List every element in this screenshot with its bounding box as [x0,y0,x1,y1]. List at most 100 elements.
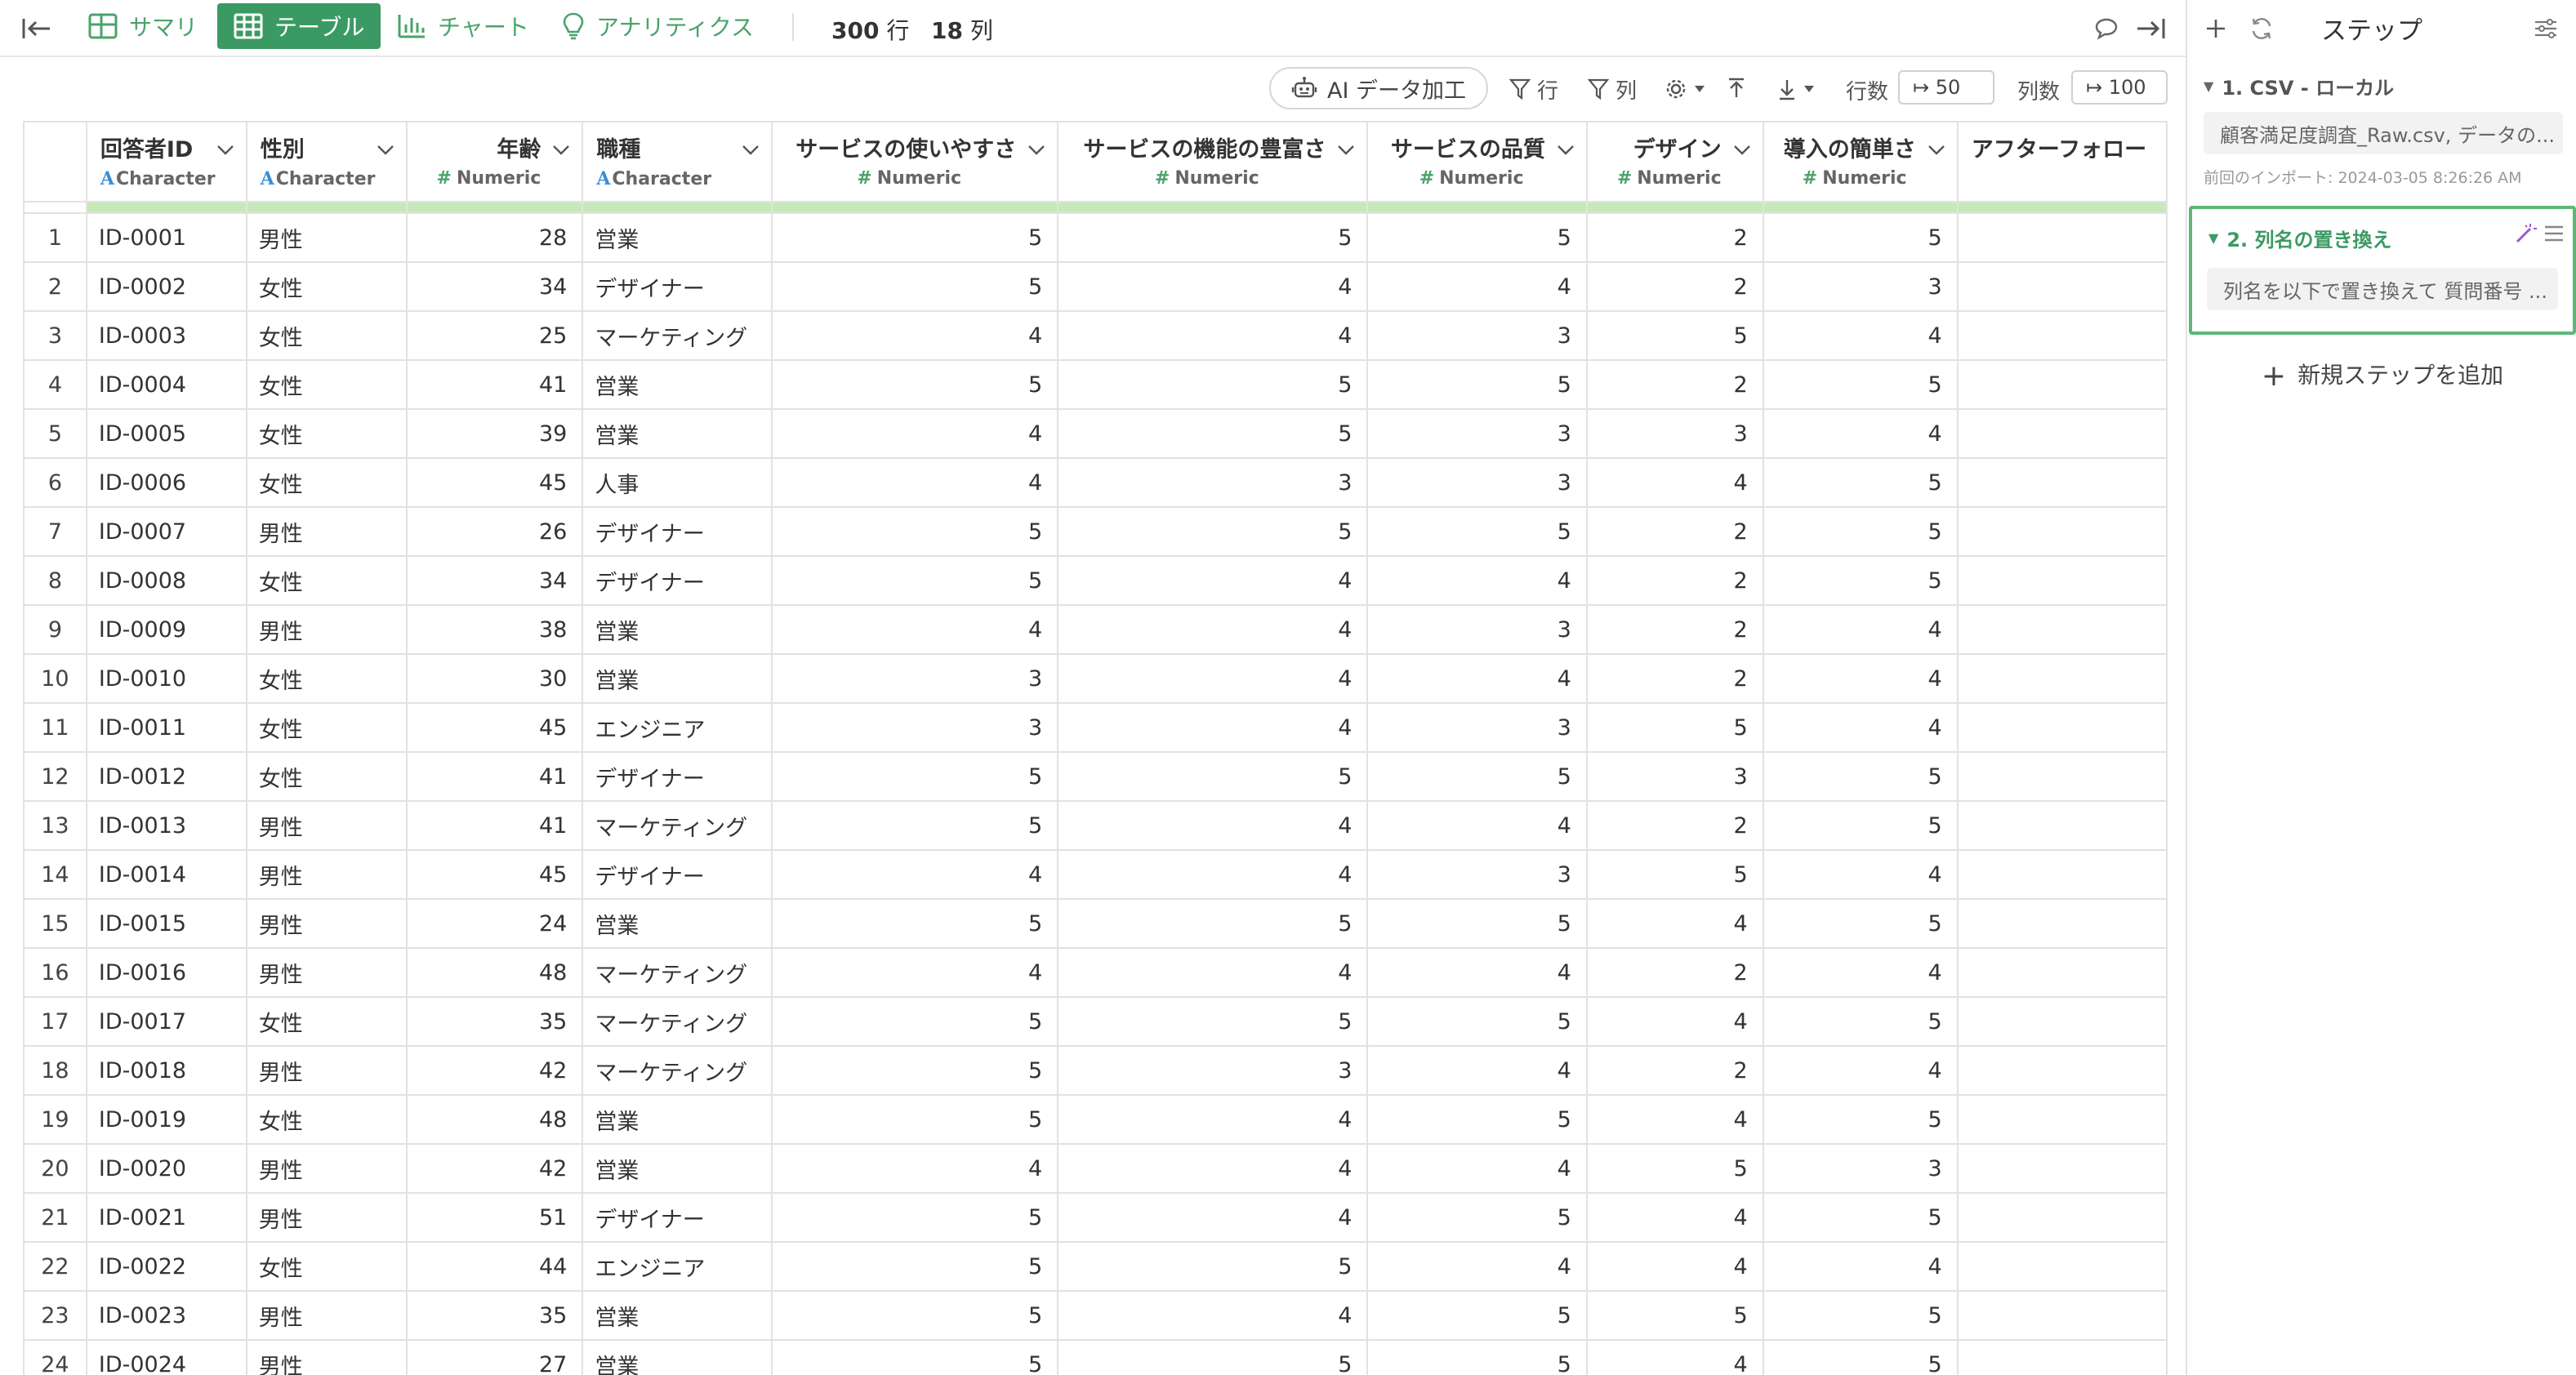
column-header[interactable]: アフターフォロー [1957,121,2168,202]
tab-chart-label: チャート [438,14,529,41]
column-header[interactable]: 職種 ACharacter [582,121,773,202]
collapse-left-icon[interactable] [21,15,54,42]
table-cell: 5 [772,213,1059,263]
table-cell: 4 [1058,1291,1369,1341]
table-row[interactable]: 19 ID-0019 女性 48 営業 5 4 5 4 5 [25,1095,2168,1145]
table-row[interactable]: 13 ID-0013 男性 41 マーケティング 5 4 4 2 5 [25,801,2168,851]
table-cell: 5 [1763,458,1959,508]
table-row[interactable]: 16 ID-0016 男性 48 マーケティング 4 4 4 2 4 [25,948,2168,998]
filter-rows-button[interactable]: 行 [1509,73,1558,105]
tab-table-label: テーブル [274,14,365,41]
table-row[interactable]: 21 ID-0021 男性 51 デザイナー 5 4 5 4 5 [25,1193,2168,1243]
column-header[interactable]: 年齢 # Numeric [406,121,584,202]
table-row[interactable]: 11 ID-0011 女性 45 エンジニア 3 4 3 5 4 [25,703,2168,753]
table-cell: 営業 [582,654,773,704]
row-number: 14 [25,850,87,900]
table-row[interactable]: 14 ID-0014 男性 45 デザイナー 4 4 3 5 4 [25,850,2168,900]
tab-summary[interactable]: サマリ [72,3,214,49]
table-cell: 5 [1763,1193,1959,1243]
chevron-down-icon[interactable] [1557,144,1575,159]
chevron-down-icon[interactable] [552,144,570,159]
table-cell: 4 [772,458,1059,508]
comment-icon[interactable] [2091,13,2122,44]
column-header[interactable]: デザイン # Numeric [1586,121,1764,202]
ai-data-processing-button[interactable]: AI データ加工 [1269,67,1488,109]
table-row[interactable]: 22 ID-0022 女性 44 エンジニア 5 5 4 4 4 [25,1242,2168,1292]
chevron-down-icon[interactable] [1027,144,1045,159]
row-number: 15 [25,899,87,949]
table-row[interactable]: 9 ID-0009 男性 38 営業 4 4 3 2 4 [25,605,2168,655]
menu-icon[interactable] [2543,224,2565,247]
table-cell: 5 [1763,801,1959,851]
tab-analytics[interactable]: アナリティクス [546,3,770,49]
upload-icon[interactable] [1727,73,1753,105]
table-row[interactable]: 7 ID-0007 男性 26 デザイナー 5 5 5 2 5 [25,507,2168,557]
table-row[interactable]: 2 ID-0002 女性 34 デザイナー 5 4 4 2 3 [25,262,2168,312]
settings-dropdown-button[interactable] [1665,73,1712,105]
step-rename-columns[interactable]: ▼ 2. 列名の置き換え 列名を以下で置き換えて 質問番号 ... [2189,206,2576,335]
chevron-down-icon[interactable] [377,144,394,159]
expand-triangle-icon[interactable]: ▼ [2204,78,2213,94]
table-cell: 5 [1367,1340,1588,1375]
step-csv-local[interactable]: ▼ 1. CSV - ローカル 顧客満足度調査_Raw.csv, データの...… [2204,72,2563,188]
table-row[interactable]: 8 ID-0008 女性 34 デザイナー 5 4 4 2 5 [25,556,2168,606]
download-dropdown-button[interactable] [1777,73,1821,105]
sliders-icon[interactable] [2530,13,2561,44]
table-row[interactable]: 15 ID-0015 男性 24 営業 5 5 5 4 5 [25,899,2168,949]
column-type: # Numeric [1072,168,1326,189]
table-row[interactable]: 24 ID-0024 男性 27 営業 5 5 5 4 5 [25,1340,2168,1375]
tab-chart[interactable]: チャート [381,3,546,49]
table-cell: 女性 [246,752,408,802]
column-header[interactable]: 回答者ID ACharacter [86,121,247,202]
table-row[interactable]: 1 ID-0001 男性 28 営業 5 5 5 2 5 [25,213,2168,263]
steps-panel-header: ステップ [2187,0,2576,54]
cols-display-input[interactable]: ↦ 100 [2071,70,2168,105]
table-toolbar: AI データ加工 行 列 行数 ↦ 50 列数 ↦ 100 [0,59,2186,119]
table-cell: 4 [1586,899,1764,949]
rows-display-input[interactable]: ↦ 50 [1898,70,1994,105]
table-row[interactable]: 20 ID-0020 男性 42 営業 4 4 4 5 3 [25,1144,2168,1194]
table-cell: 30 [406,654,584,704]
expand-triangle-icon[interactable]: ▼ [2208,230,2218,246]
chevron-down-icon[interactable] [1733,144,1751,159]
table-cell [1957,262,2168,312]
column-header[interactable]: 導入の簡単さ # Numeric [1763,121,1959,202]
table-cell: 3 [1367,850,1588,900]
chevron-down-icon[interactable] [742,144,760,159]
table-cell: ID-0021 [86,1193,247,1243]
quality-strip-cell [25,202,87,214]
table-row[interactable]: 10 ID-0010 女性 30 営業 3 4 4 2 4 [25,654,2168,704]
filter-cols-button[interactable]: 列 [1588,73,1637,105]
magic-wand-icon[interactable] [2514,222,2537,248]
tab-table[interactable]: テーブル [217,3,381,49]
table-row[interactable]: 4 ID-0004 女性 41 営業 5 5 5 2 5 [25,360,2168,410]
robot-icon [1291,77,1317,98]
column-header[interactable]: サービスの使いやすさ # Numeric [772,121,1059,202]
table-cell: 3 [1763,262,1959,312]
collapse-right-icon[interactable] [2135,13,2166,44]
refresh-icon[interactable] [2246,13,2277,44]
table-cell: 45 [406,458,584,508]
table-row[interactable]: 3 ID-0003 女性 25 マーケティング 4 4 3 5 4 [25,311,2168,361]
table-row[interactable]: 23 ID-0023 男性 35 営業 5 4 5 5 5 [25,1291,2168,1341]
plus-icon[interactable] [2200,13,2231,44]
column-header[interactable]: サービスの品質 # Numeric [1367,121,1588,202]
table-row[interactable]: 5 ID-0005 女性 39 営業 4 5 3 3 4 [25,409,2168,459]
table-row[interactable]: 17 ID-0017 女性 35 マーケティング 5 5 5 4 5 [25,997,2168,1047]
table-cell: 5 [1763,899,1959,949]
table-cell: 女性 [246,311,408,361]
data-table: 回答者ID ACharacter 性別 ACharacter 年齢 # Numeric 職種 A… [23,121,2168,1375]
add-step-button[interactable]: + 新規ステップを追加 [2187,358,2576,393]
table-row[interactable]: 18 ID-0018 男性 42 マーケティング 5 3 4 2 4 [25,1046,2168,1096]
column-header[interactable]: サービスの機能の豊富さ # Numeric [1058,121,1369,202]
chevron-down-icon[interactable] [216,144,234,159]
table-row[interactable]: 6 ID-0006 女性 45 人事 4 3 3 4 5 [25,458,2168,508]
row-number: 16 [25,948,87,998]
row-number: 17 [25,997,87,1047]
table-row[interactable]: 12 ID-0012 女性 41 デザイナー 5 5 5 3 5 [25,752,2168,802]
table-cell: 女性 [246,654,408,704]
chevron-down-icon[interactable] [1337,144,1355,159]
table-cell: 男性 [246,213,408,263]
chevron-down-icon[interactable] [1928,144,1945,159]
column-header[interactable]: 性別 ACharacter [246,121,408,202]
